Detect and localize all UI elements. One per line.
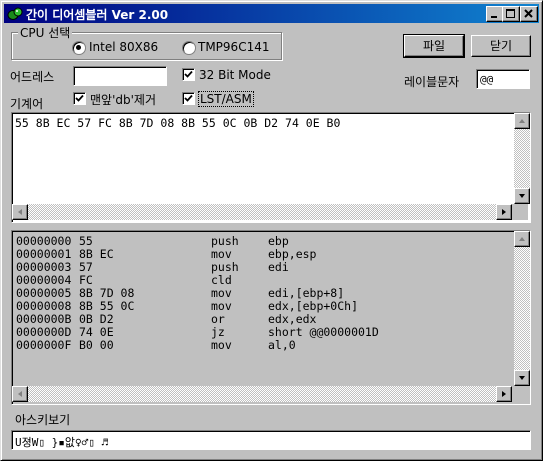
label-char-input[interactable]: @@ — [476, 69, 530, 89]
disassembly-address: 0000000D — [16, 325, 72, 339]
radio-intel-label[interactable]: Intel 80X86 — [89, 40, 158, 54]
arrow-left-icon — [18, 209, 22, 215]
arrow-down-icon — [519, 376, 525, 380]
disassembly-bytes: 0B D2 — [79, 312, 114, 326]
scroll-right-button[interactable] — [496, 204, 512, 220]
disassembly-mnemonic: mov — [211, 299, 232, 313]
window-title: 간이 디어셈블러 Ver 2.00 — [26, 8, 169, 22]
file-button[interactable]: 파일 — [403, 34, 465, 58]
disassembly-operands: short @@0000001D — [268, 325, 379, 339]
scroll-right-button[interactable] — [496, 386, 512, 402]
checkmark-icon — [184, 70, 193, 78]
arrow-up-icon — [519, 119, 525, 123]
arrow-up-icon — [519, 237, 525, 241]
disassembly-hscroll[interactable] — [12, 386, 512, 402]
disassembly-bytes: 55 — [79, 234, 93, 248]
machine-code-label: 기계어 — [10, 97, 44, 111]
disassembly-operands: edx,edx — [268, 312, 317, 326]
minimize-icon — [491, 16, 497, 18]
disassembly-mnemonic: push — [211, 234, 239, 248]
disassembly-mnemonic: mov — [211, 338, 232, 352]
disassembly-bytes: 8B EC — [79, 247, 114, 261]
disassembly-mnemonic: or — [211, 312, 225, 326]
checkmark-icon — [75, 94, 84, 102]
scroll-down-button[interactable] — [514, 370, 530, 386]
disassembly-bytes: FC — [79, 273, 93, 287]
disassembly-address: 00000004 — [16, 273, 72, 287]
disassembly-mnemonic: jz — [211, 325, 225, 339]
lst-asm-checkbox[interactable] — [182, 92, 195, 105]
disassembly-address: 00000005 — [16, 286, 72, 300]
scroll-left-button[interactable] — [12, 204, 28, 220]
disassembly-bytes: 8B 7D 08 — [79, 286, 135, 300]
scroll-corner — [512, 386, 528, 402]
disassembly-mnemonic: push — [211, 260, 239, 274]
scroll-up-button[interactable] — [514, 231, 530, 247]
disassembly-operands: edi — [268, 260, 289, 274]
disassembly-bytes: 74 0E — [79, 325, 114, 339]
disassembly-bytes: 8B 55 0C — [79, 299, 135, 313]
arrow-right-icon — [502, 209, 506, 215]
disassembly-mnemonic: mov — [211, 247, 232, 261]
ascii-view-label: 아스키보기 — [15, 413, 71, 427]
disassembly-vscroll[interactable] — [514, 231, 530, 386]
disassembly-operands: ebp — [268, 234, 289, 248]
cpu-group-label: CPU 선택 — [18, 24, 73, 41]
disassembly-address: 00000001 — [16, 247, 72, 261]
maximize-button[interactable] — [502, 6, 520, 22]
scroll-left-button[interactable] — [12, 386, 28, 402]
address-label: 어드레스 — [10, 70, 55, 84]
disassembly-operands: al,0 — [268, 338, 296, 352]
remove-db-label[interactable]: 맨앞'db'제거 — [90, 91, 156, 108]
mode32-checkbox[interactable] — [182, 68, 195, 81]
ascii-view-field[interactable]: U졍W▯ }▪앖♀♂▯ ♬ — [11, 430, 531, 450]
label-char-label: 레이블문자 — [404, 75, 460, 89]
maximize-icon — [506, 9, 515, 18]
disassembly-address: 00000000 — [16, 234, 72, 248]
disassembly-operands: ebp,esp — [268, 247, 317, 261]
close-icon — [524, 9, 533, 18]
arrow-down-icon — [519, 194, 525, 198]
main-window: 간이 디어셈블러 Ver 2.00 CPU 선택 Intel 80X86 TMP… — [0, 0, 543, 461]
checkmark-icon — [184, 94, 193, 102]
radio-tmp96[interactable] — [182, 41, 196, 55]
title-bar[interactable]: 간이 디어셈블러 Ver 2.00 — [4, 4, 539, 23]
machine-code-hscroll[interactable] — [12, 204, 512, 220]
disassembly-address: 0000000B — [16, 312, 72, 326]
disassembly-view[interactable]: 00000000 55 push ebp 00000001 8B EC mov ebp,esp… — [11, 230, 531, 405]
disassembly-operands: edx,[ebp+0Ch] — [268, 299, 359, 313]
ascii-view-text: U졍W▯ }▪앖♀♂▯ ♬ — [15, 436, 109, 449]
disassembly-mnemonic: mov — [211, 286, 232, 300]
address-input[interactable] — [73, 66, 167, 86]
mode32-label[interactable]: 32 Bit Mode — [199, 68, 271, 82]
scroll-corner — [512, 204, 528, 220]
scroll-down-button[interactable] — [514, 188, 530, 204]
label-char-value: @@ — [480, 73, 494, 86]
machine-code-text: 55 8B EC 57 FC 8B 7D 08 8B 55 0C 0B D2 7… — [15, 116, 341, 130]
remove-db-checkbox[interactable] — [73, 92, 86, 105]
close-app-button[interactable]: 닫기 — [471, 35, 531, 57]
disassembly-mnemonic: cld — [211, 273, 232, 287]
disassembly-bytes: B0 00 — [79, 338, 114, 352]
radio-intel[interactable] — [72, 41, 86, 55]
disassembly-address: 00000008 — [16, 299, 72, 313]
disassembly-bytes: 57 — [79, 260, 93, 274]
app-icon — [7, 7, 23, 20]
disassembly-address: 0000000F — [16, 338, 72, 352]
radio-tmp96-label[interactable]: TMP96C141 — [198, 40, 269, 54]
disassembly-address: 00000003 — [16, 260, 72, 274]
scroll-up-button[interactable] — [514, 113, 530, 129]
lst-asm-label[interactable]: LST/ASM — [198, 91, 254, 107]
arrow-right-icon — [502, 391, 506, 397]
machine-code-vscroll[interactable] — [514, 113, 530, 204]
machine-code-editor[interactable]: 55 8B EC 57 FC 8B 7D 08 8B 55 0C 0B D2 7… — [11, 112, 531, 223]
arrow-left-icon — [18, 391, 22, 397]
disassembly-operands: edi,[ebp+8] — [268, 286, 345, 300]
close-button[interactable] — [520, 6, 538, 22]
